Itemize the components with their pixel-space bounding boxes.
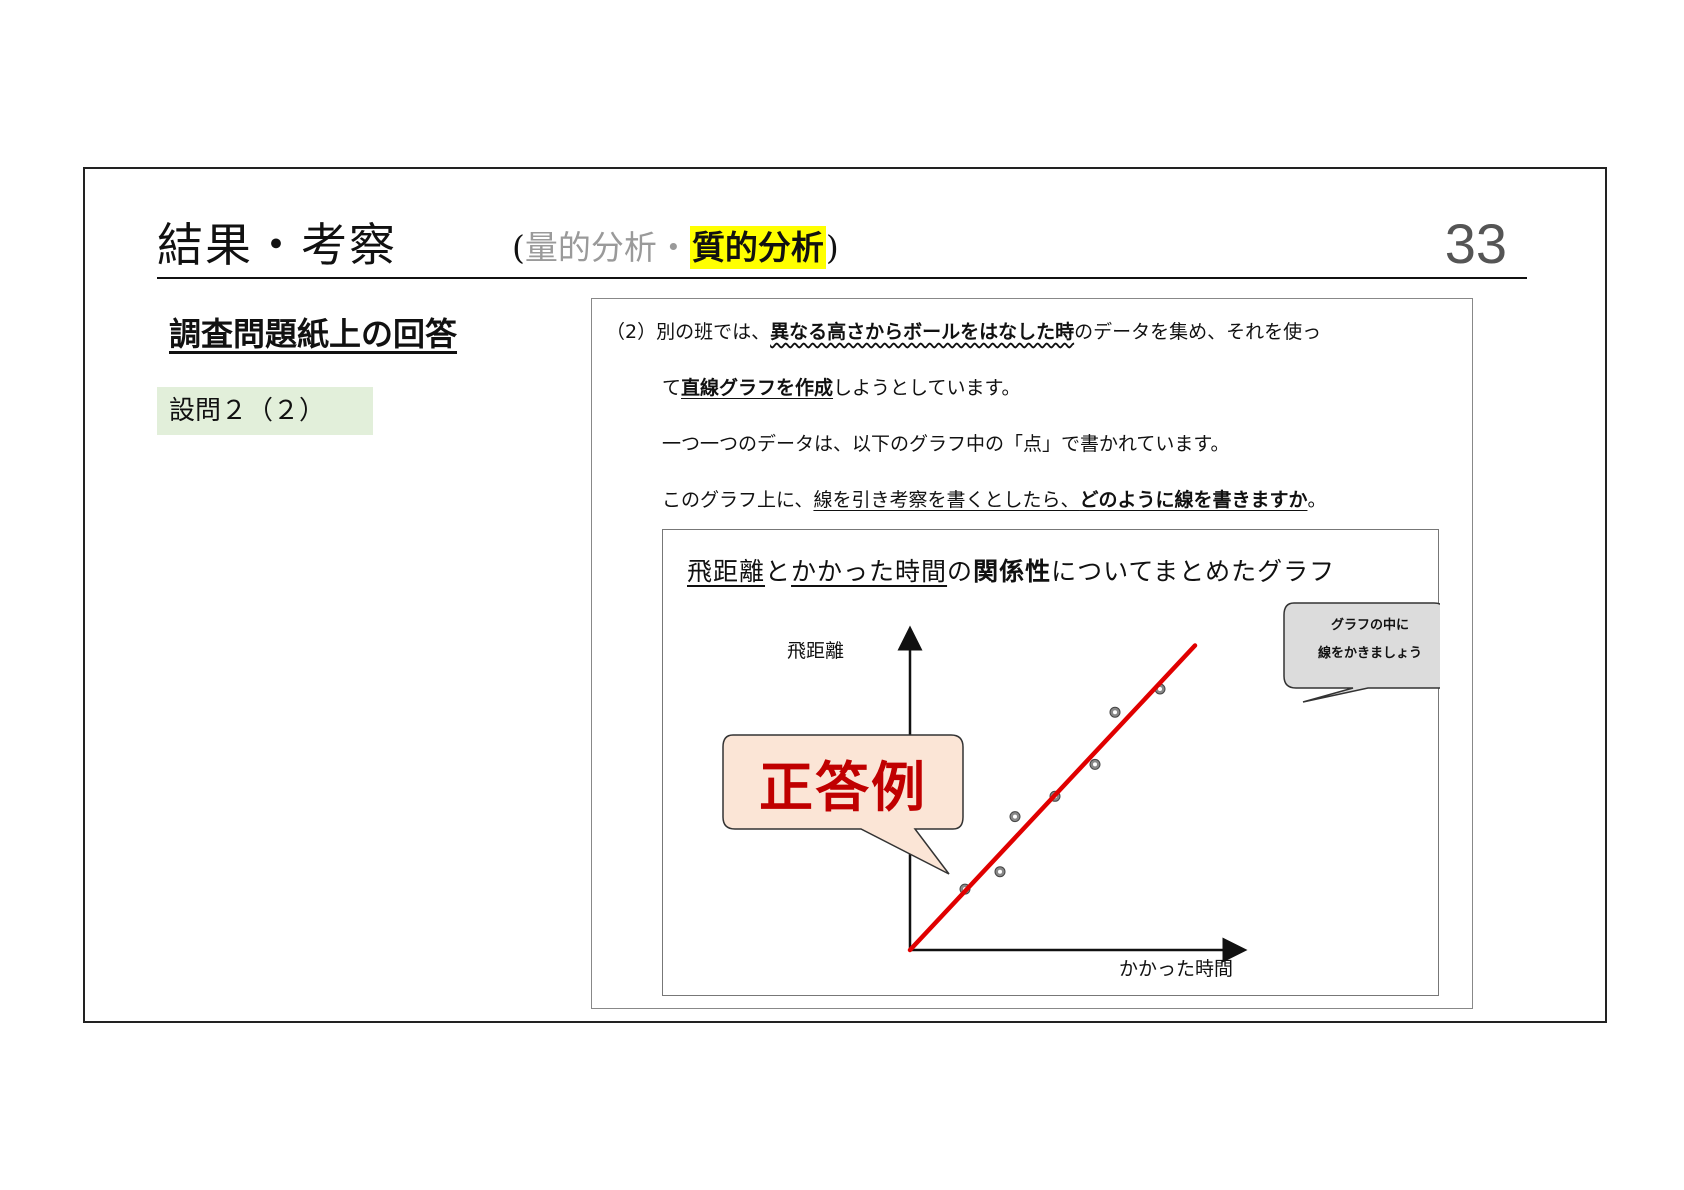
callout-line-2: 線をかきましょう xyxy=(1317,646,1422,661)
title-open-paren: ( xyxy=(512,228,525,267)
data-point xyxy=(1009,811,1021,823)
question-line-3: 一つ一つのデータは、以下のグラフ中の「点」で書かれています。 xyxy=(662,433,1230,455)
title-close-paren: ) xyxy=(825,228,839,267)
q4-underline: 線を引き考察を書くとしたら、 xyxy=(813,489,1080,511)
callout-text: グラフの中に 線をかきましょう xyxy=(1282,612,1458,668)
q1-suffix: のデータを集め、それを使っ xyxy=(1074,321,1322,343)
y-axis-label: 飛距離 xyxy=(787,640,844,662)
q1-emphasis: 異なる高さからボールをはなした時 xyxy=(770,321,1075,343)
graph-box: 飛距離とかかった時間の関係性についてまとめたグラフ 飛距離 かかった時間 グラフ… xyxy=(662,529,1440,996)
title-subtitle: (量的分析・質的分析) xyxy=(512,221,839,269)
callout-line-1: グラフの中に xyxy=(1330,618,1409,633)
section-title: 調査問題紙上の回答 xyxy=(169,315,458,353)
data-point xyxy=(994,866,1006,878)
question-box: （2）別の班では、異なる高さからボールをはなした時のデータを集め、それを使っ て… xyxy=(591,298,1473,1009)
question-tag: 設問２（２） xyxy=(157,387,373,435)
title-quantitative: 量的分析・ xyxy=(524,228,690,267)
title-qualitative-highlight: 質的分析 xyxy=(689,226,826,269)
q4-emphasis: どのように線を書きますか xyxy=(1079,489,1308,511)
q4-suffix: 。 xyxy=(1307,489,1327,511)
q2-suffix: しようとしています。 xyxy=(833,377,1021,399)
slide: 結果・考察 (量的分析・質的分析) 33 調査問題紙上の回答 設問２（２） （2… xyxy=(83,167,1607,1023)
question-line-4: このグラフ上に、線を引き考察を書くとしたら、どのように線を書きますか。 xyxy=(662,485,1326,512)
data-point xyxy=(1109,706,1121,718)
q4-prefix: このグラフ上に、 xyxy=(662,489,814,511)
question-line-1: （2）別の班では、異なる高さからボールをはなした時のデータを集め、それを使っ xyxy=(606,317,1321,344)
q2-emphasis: 直線グラフを作成 xyxy=(681,377,834,399)
page-title: 結果・考察 xyxy=(157,218,397,272)
q1-prefix: （2）別の班では、 xyxy=(606,321,771,343)
title-divider xyxy=(157,277,1527,279)
question-line-2: て直線グラフを作成しようとしています。 xyxy=(662,373,1021,400)
page-number: 33 xyxy=(1444,212,1507,275)
data-point xyxy=(1089,758,1101,770)
title-row: 結果・考察 (量的分析・質的分析) 33 xyxy=(157,209,1527,275)
q2-prefix: て xyxy=(662,377,682,399)
instruction-callout: グラフの中に 線をかきましょう xyxy=(1282,602,1458,682)
answer-example-label: 正答例 xyxy=(759,755,927,819)
x-axis-label: かかった時間 xyxy=(1119,958,1233,980)
